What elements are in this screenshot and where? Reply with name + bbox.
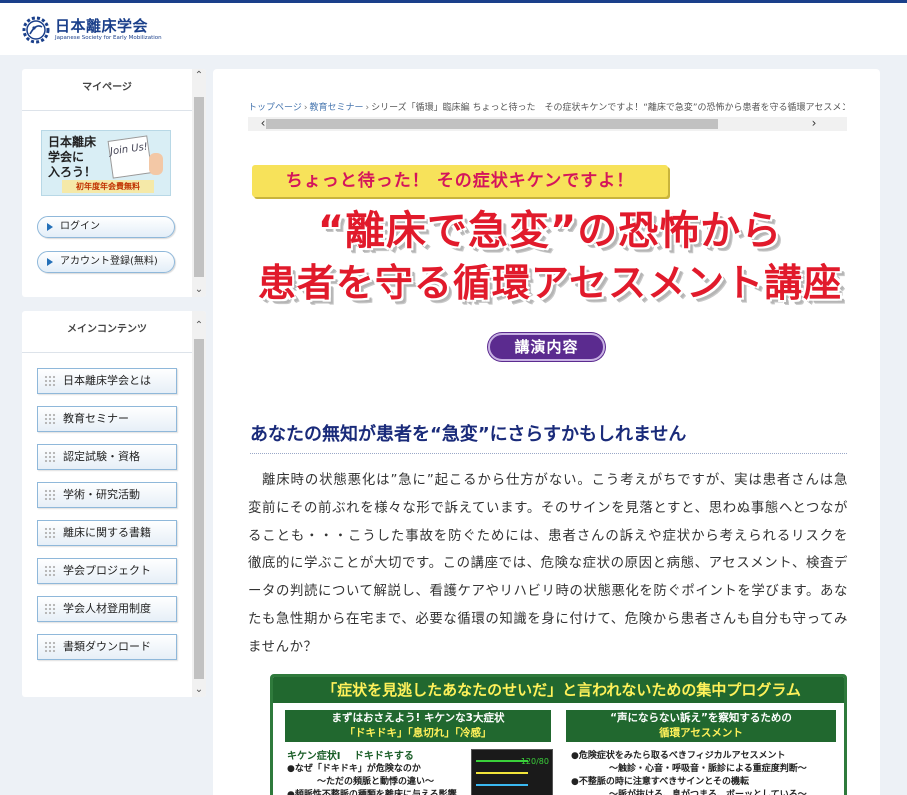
program-right-box-line1: “声にならない訴え”を察知するための bbox=[610, 712, 792, 724]
login-button[interactable]: ログイン bbox=[37, 216, 175, 238]
banner-line: 日本離床 bbox=[48, 135, 97, 149]
menu-item-label: 日本離床学会とは bbox=[63, 374, 151, 387]
menu-item-research[interactable]: 学術・研究活動 bbox=[37, 482, 177, 508]
chevron-right-icon[interactable]: › bbox=[807, 117, 821, 131]
grip-icon bbox=[44, 565, 56, 577]
join-us-card: Join Us! bbox=[107, 135, 153, 179]
hand-icon bbox=[149, 153, 163, 175]
logo-title: 日本離床学会 bbox=[55, 17, 149, 35]
breadcrumb-home[interactable]: トップページ bbox=[248, 103, 302, 113]
logo-text: 日本離床学会 Japanese Society for Early Mobili… bbox=[55, 18, 162, 42]
menu-item-talent[interactable]: 学会人材登用制度 bbox=[37, 596, 177, 622]
monitor-value: 120/80 bbox=[520, 757, 549, 766]
scrollbar-thumb[interactable] bbox=[194, 97, 204, 277]
waveform bbox=[476, 772, 528, 774]
register-button[interactable]: アカウント登録(無料) bbox=[37, 251, 175, 273]
menu-item-label: 教育セミナー bbox=[63, 412, 129, 425]
program-right-box-line2: 循環アセスメント bbox=[659, 727, 743, 739]
mypage-scrollbar[interactable]: ⌃ ⌄ bbox=[192, 69, 206, 297]
menu-item-certification[interactable]: 認定試験・資格 bbox=[37, 444, 177, 470]
section-heading: あなたの無知が患者を“急変”にさらすかもしれません bbox=[250, 422, 847, 454]
chevron-down-icon[interactable]: ⌄ bbox=[192, 683, 206, 697]
menu-item-label: 学会人材登用制度 bbox=[63, 602, 151, 615]
breadcrumb-current: シリーズ「循環」臨床編 ちょっと待った その症状キケンですよ！“離床で急変”の恐… bbox=[371, 103, 845, 113]
program-left-line: ●なぜ「ドキドキ」が危険なのか bbox=[287, 764, 421, 774]
site-logo[interactable]: 日本離床学会 Japanese Society for Early Mobili… bbox=[21, 14, 162, 46]
scrollbar-thumb[interactable] bbox=[194, 339, 204, 679]
intro-paragraph: 離床時の状態悪化は”急に”起こるから仕方がない。こう考えがちですが、実は患者さん… bbox=[248, 473, 848, 655]
mypage-title: マイページ bbox=[22, 69, 192, 111]
banner-line: 入ろう！ bbox=[48, 165, 97, 179]
program-banner: 「症状を見逃したあなたのせいだ」と言われないための集中プログラム まずはおさえよ… bbox=[270, 674, 847, 795]
main-contents-scrollbar[interactable]: ⌃ ⌄ bbox=[192, 311, 206, 697]
program-left-subtitle: キケン症状Ⅰ ドキドキする bbox=[287, 751, 414, 762]
chevron-up-icon[interactable]: ⌃ bbox=[192, 69, 206, 83]
hero-title-line2: 患者を守る循環アセスメント講座 bbox=[257, 261, 843, 305]
triangle-right-icon bbox=[47, 258, 53, 266]
main-contents-title: メインコンテンツ bbox=[22, 311, 192, 353]
scrollbar-thumb[interactable] bbox=[266, 119, 718, 129]
chevron-up-icon[interactable]: ⌃ bbox=[192, 319, 206, 333]
menu-item-label: 認定試験・資格 bbox=[63, 450, 140, 463]
logo-subtitle: Japanese Society for Early Mobilization bbox=[55, 35, 162, 41]
join-banner[interactable]: 日本離床 学会に 入ろう！ Join Us! 初年度年会費無料 bbox=[41, 130, 171, 196]
triangle-right-icon bbox=[47, 223, 53, 231]
login-label: ログイン bbox=[60, 221, 100, 232]
program-left-box-line2: 「ドキドキ」「息切れ」「冷感」 bbox=[344, 727, 492, 739]
main-content: トップページ › 教育セミナー › シリーズ「循環」臨床編 ちょっと待った その症状キケ… bbox=[213, 69, 880, 795]
menu-item-label: 学会プロジェクト bbox=[63, 564, 151, 577]
grip-icon bbox=[44, 451, 56, 463]
gear-logo-icon bbox=[22, 16, 50, 44]
program-right-line: ●危険症状をみたら取るべきフィジカルアセスメント bbox=[571, 751, 786, 761]
grip-icon bbox=[44, 641, 56, 653]
program-right-line: ●不整脈の時に注意すべきサインとその機転 bbox=[571, 777, 749, 787]
waveform bbox=[476, 784, 528, 786]
menu-item-downloads[interactable]: 書類ダウンロード bbox=[37, 634, 177, 660]
grip-icon bbox=[44, 413, 56, 425]
program-left-line: 〜ただの頻脈と動悸の違い〜 bbox=[317, 777, 435, 787]
grip-icon bbox=[44, 603, 56, 615]
hero-tag: ちょっと待った！ その症状キケンですよ！ bbox=[252, 165, 668, 197]
program-left-box: まずはおさえよう! キケンな3大症状 「ドキドキ」「息切れ」「冷感」 bbox=[285, 710, 551, 742]
menu-item-seminar[interactable]: 教育セミナー bbox=[37, 406, 177, 432]
menu-item-about[interactable]: 日本離床学会とは bbox=[37, 368, 177, 394]
program-left-box-line1: まずはおさえよう! キケンな3大症状 bbox=[331, 712, 505, 724]
breadcrumb-separator: › bbox=[303, 103, 308, 113]
program-right-box: “声にならない訴え”を察知するための 循環アセスメント bbox=[566, 710, 836, 742]
banner-line: 学会に bbox=[48, 150, 85, 164]
program-right-line: 〜脈が抜ける、息がつまる、ボーッとしている〜 bbox=[609, 790, 807, 795]
chevron-down-icon[interactable]: ⌄ bbox=[192, 283, 206, 297]
grip-icon bbox=[44, 527, 56, 539]
banner-text: 日本離床 学会に 入ろう！ bbox=[48, 135, 96, 180]
breadcrumb-separator: › bbox=[365, 103, 370, 113]
menu-item-label: 離床に関する書籍 bbox=[63, 526, 151, 539]
program-banner-header: 「症状を見逃したあなたのせいだ」と言われないための集中プログラム bbox=[273, 677, 844, 703]
vital-monitor-image: 120/80 bbox=[471, 749, 553, 795]
hero-title-line1: “離床で急変”の恐怖から bbox=[317, 208, 783, 254]
site-header: 日本離床学会 Japanese Society for Early Mobili… bbox=[0, 3, 907, 55]
menu-item-projects[interactable]: 学会プロジェクト bbox=[37, 558, 177, 584]
menu-item-books[interactable]: 離床に関する書籍 bbox=[37, 520, 177, 546]
menu-item-label: 書類ダウンロード bbox=[63, 640, 151, 653]
grip-icon bbox=[44, 489, 56, 501]
mypage-panel: マイページ 日本離床 学会に 入ろう！ Join Us! 初年度年会費無料 ログ… bbox=[22, 69, 206, 297]
grip-icon bbox=[44, 375, 56, 387]
breadcrumb-scrollbar[interactable]: ‹ › bbox=[248, 117, 847, 131]
banner-strip: 初年度年会費無料 bbox=[62, 180, 154, 193]
breadcrumb: トップページ › 教育セミナー › シリーズ「循環」臨床編 ちょっと待った その症状キケ… bbox=[248, 99, 845, 117]
register-label: アカウント登録(無料) bbox=[60, 256, 158, 267]
lecture-content-badge: 講演内容 bbox=[488, 333, 605, 361]
breadcrumb-seminar[interactable]: 教育セミナー bbox=[309, 103, 363, 113]
program-left-line: ●頻脈性不整脈の種類を離床に与える影響 bbox=[287, 790, 457, 795]
menu-item-label: 学術・研究活動 bbox=[63, 488, 140, 501]
program-right-line: 〜触診・心音・呼吸音・脈診による重症度判断〜 bbox=[609, 764, 807, 774]
main-contents-panel: メインコンテンツ 日本離床学会とは 教育セミナー 認定試験・資格 学術・研究活動… bbox=[22, 311, 206, 697]
